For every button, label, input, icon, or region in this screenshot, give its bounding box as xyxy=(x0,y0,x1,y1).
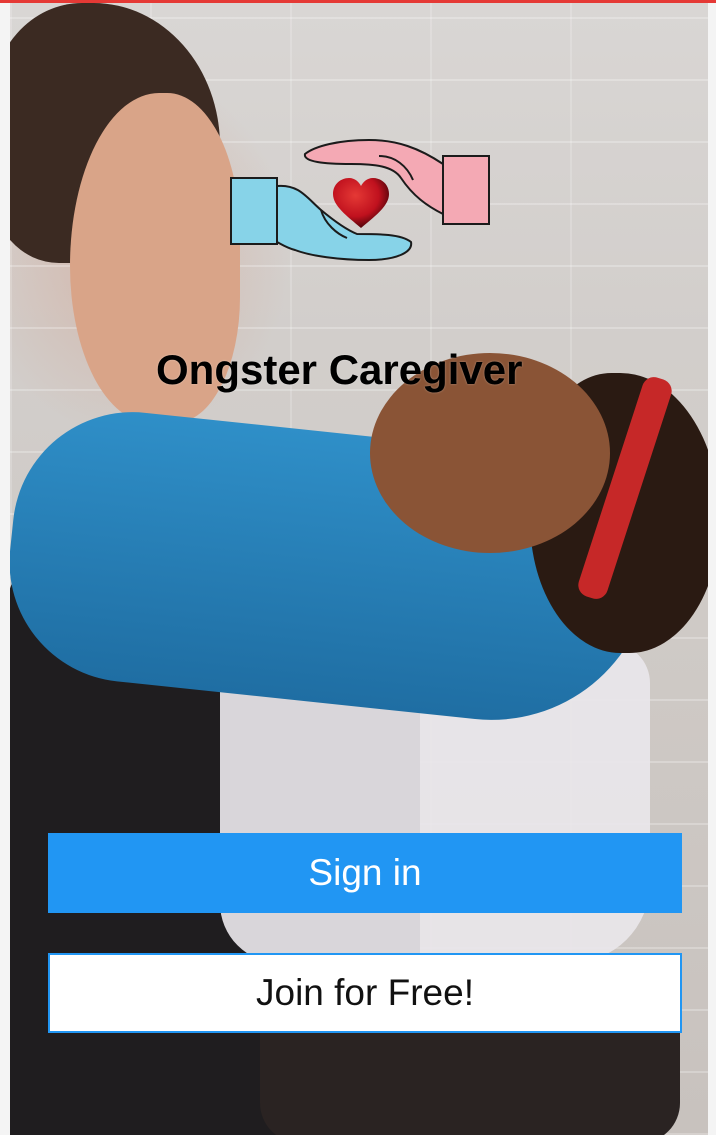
hands-heart-logo-icon xyxy=(230,138,490,262)
app-title: Ongster Caregiver xyxy=(156,346,523,393)
left-border xyxy=(0,3,10,1135)
right-border xyxy=(708,3,716,1135)
welcome-screen: Ongster Caregiver Sign in Join for Free! xyxy=(0,0,716,1135)
join-for-free-button[interactable]: Join for Free! xyxy=(48,953,682,1033)
sign-in-button[interactable]: Sign in xyxy=(48,833,682,913)
